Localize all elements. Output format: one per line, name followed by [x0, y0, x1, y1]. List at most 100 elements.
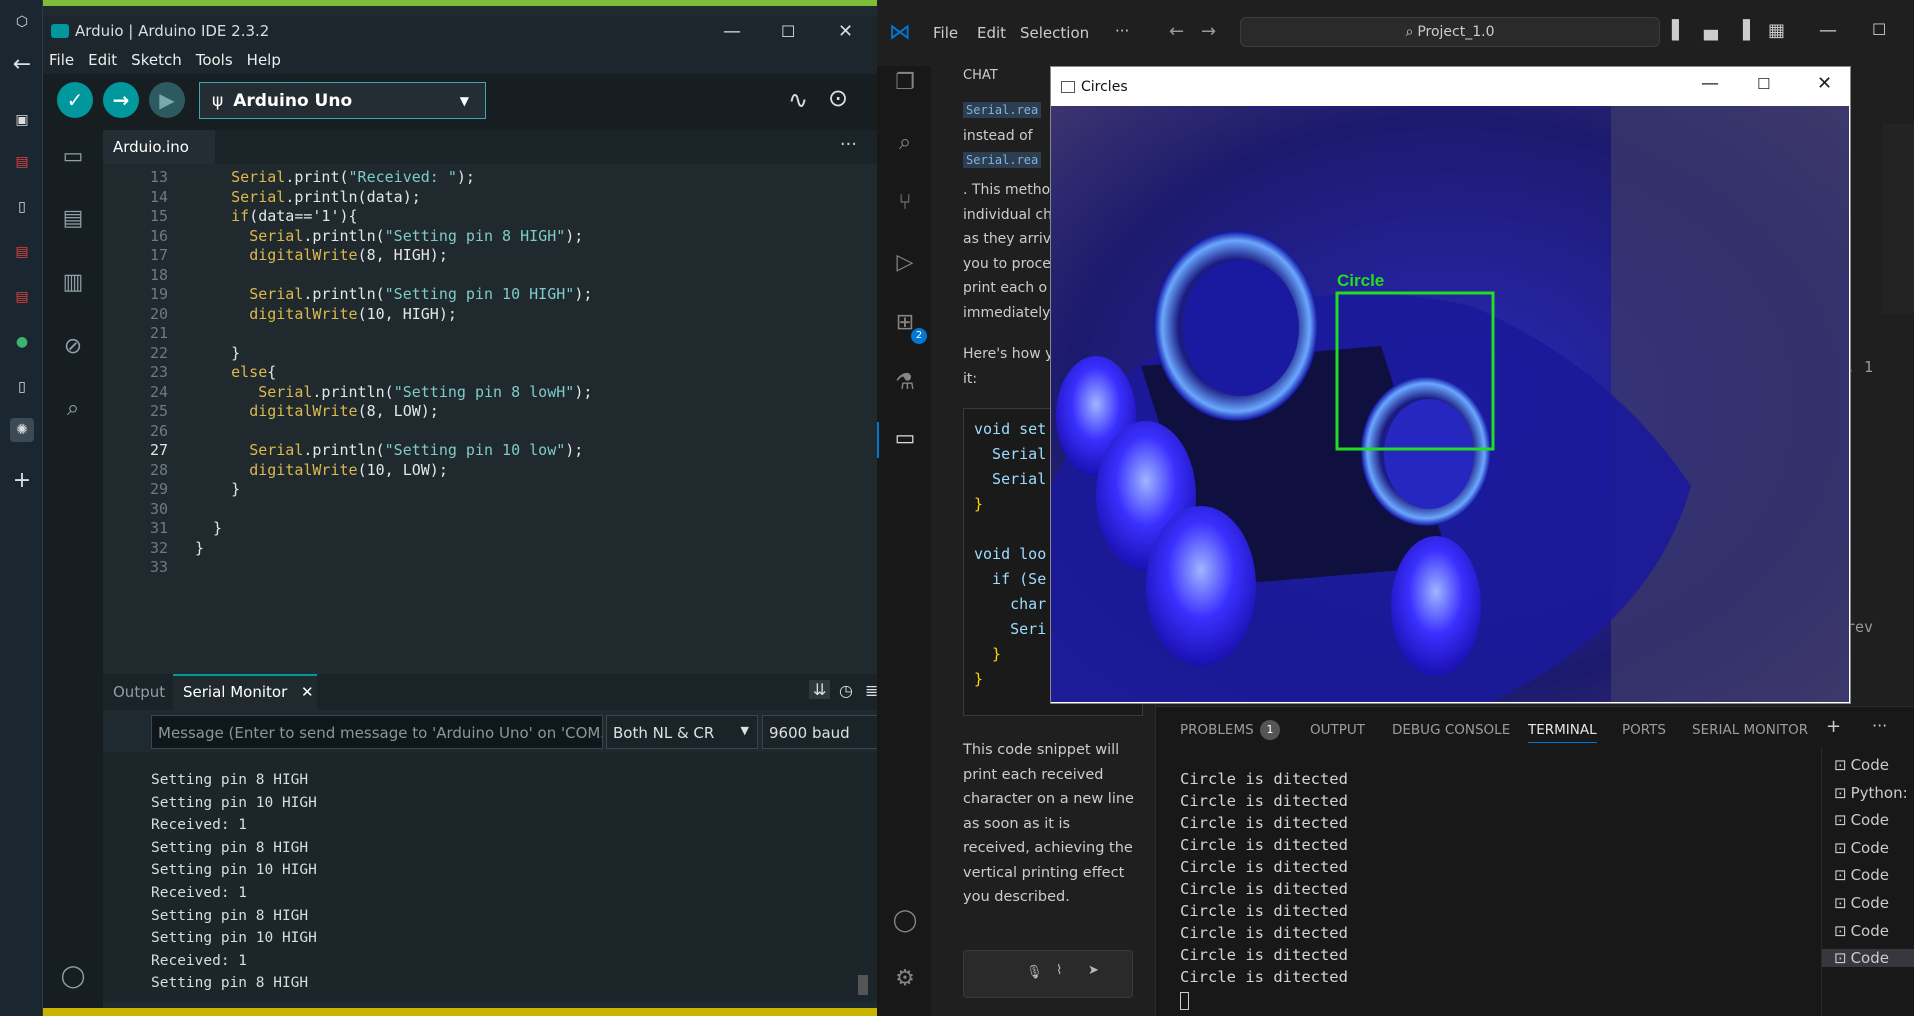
code-line[interactable]: } [195, 539, 204, 557]
close-tab-icon[interactable]: ✕ [301, 683, 314, 701]
autoscroll-icon[interactable]: ⇊ [809, 680, 831, 699]
tab-output[interactable]: OUTPUT [1310, 722, 1365, 738]
tab-debug-console[interactable]: DEBUG CONSOLE [1392, 722, 1510, 738]
code-line[interactable]: } [195, 519, 222, 537]
terminal-list-item[interactable]: ⊡ Python: [1834, 784, 1908, 802]
settings-gear-icon[interactable]: ⚙ [891, 966, 919, 994]
toggle-sidebar-icon[interactable]: ▌ [1672, 20, 1686, 41]
code-line[interactable]: digitalWrite(8, LOW); [195, 402, 439, 420]
terminal-list-item[interactable]: ⊡ Code [1834, 839, 1889, 857]
minimize-icon[interactable]: — [1819, 20, 1837, 41]
menu-help[interactable]: Help [247, 51, 281, 69]
back-icon[interactable]: ← [1169, 21, 1184, 42]
menu-selection[interactable]: Selection [1020, 24, 1089, 42]
serial-message-input[interactable]: Message (Enter to send message to 'Ardui… [151, 715, 603, 749]
library-icon[interactable]: ▥ [58, 270, 88, 300]
search-icon[interactable]: ⌕ [58, 396, 88, 426]
menu-file[interactable]: File [933, 24, 958, 42]
terminal-output[interactable]: Circle is ditected Circle is ditected Circ… [1180, 770, 1810, 1010]
menu-edit[interactable]: Edit [88, 51, 117, 69]
close-icon[interactable]: ✕ [838, 21, 853, 42]
window-icon[interactable]: ▣ [10, 108, 34, 132]
code-line[interactable]: Serial.println("Setting pin 10 HIGH"); [195, 285, 592, 303]
account-icon[interactable]: ◯ [891, 908, 919, 936]
account-icon[interactable]: ◯ [58, 964, 88, 994]
code-line[interactable]: } [195, 480, 240, 498]
code-line[interactable]: digitalWrite(8, HIGH); [195, 246, 448, 264]
pdf-icon[interactable]: ▤ [10, 240, 34, 264]
more-icon[interactable]: ··· [840, 134, 857, 155]
terminal-list-item[interactable]: ⊡ Code [1834, 866, 1889, 884]
scrollbar[interactable] [858, 975, 868, 995]
minimap[interactable] [1882, 124, 1914, 314]
code-editor[interactable]: 13 Serial.print("Received: "); 14 Serial.… [103, 164, 877, 674]
code-line[interactable]: digitalWrite(10, LOW); [195, 461, 448, 479]
code-line[interactable]: } [195, 344, 240, 362]
document-icon[interactable]: ▯ [10, 375, 34, 399]
upload-button[interactable]: → [103, 82, 139, 118]
testing-icon[interactable]: ⚗ [891, 370, 919, 398]
chat-icon[interactable]: ▭ [891, 426, 919, 454]
code-line[interactable]: Serial.println("Setting pin 8 lowH"); [195, 383, 592, 401]
more-icon[interactable]: ··· [1872, 716, 1887, 735]
code-line[interactable]: Serial.print("Received: "); [195, 168, 475, 186]
debug-button[interactable]: ▶ [149, 82, 185, 118]
serial-monitor-icon[interactable]: ⊙ [828, 84, 848, 112]
document-icon[interactable]: ▯ [10, 195, 34, 219]
terminal-list-item[interactable]: ⊡ Code [1822, 949, 1914, 968]
code-line[interactable]: Serial.println("Setting pin 8 HIGH"); [195, 227, 583, 245]
line-ending-select[interactable]: Both NL & CR ▼ [606, 715, 758, 749]
toggle-secondary-icon[interactable]: ▐ [1736, 20, 1750, 41]
app-badge-icon[interactable]: ● [10, 330, 34, 354]
search-icon[interactable]: ⌕ [891, 130, 919, 158]
customize-layout-icon[interactable]: ▦ [1768, 20, 1785, 41]
menu-tools[interactable]: Tools [196, 51, 233, 69]
serial-plotter-icon[interactable]: ∿ [788, 86, 808, 114]
back-arrow-icon[interactable]: ← [10, 52, 34, 77]
copilot-icon[interactable]: ⬡ [10, 10, 34, 34]
source-control-icon[interactable]: ⑂ [891, 190, 919, 218]
maximize-icon[interactable]: ☐ [1872, 20, 1886, 39]
pdf-icon[interactable]: ▤ [10, 285, 34, 309]
tab-arduio-ino[interactable]: Arduio.ino [103, 130, 215, 164]
run-debug-icon[interactable]: ▷ [891, 250, 919, 278]
explorer-icon[interactable]: ❐ [891, 70, 919, 98]
maximize-icon[interactable]: ☐ [1757, 75, 1770, 93]
menu-sketch[interactable]: Sketch [131, 51, 182, 69]
terminal-list-item[interactable]: ⊡ Code [1834, 922, 1889, 940]
menu-more[interactable]: ··· [1115, 22, 1129, 40]
attach-icon[interactable]: ⌇ [1056, 963, 1062, 978]
tab-serial-monitor[interactable]: Serial Monitor [183, 683, 287, 701]
terminal-list-item[interactable]: ⊡ Code [1834, 756, 1889, 774]
new-terminal-icon[interactable]: + [1826, 716, 1841, 737]
send-icon[interactable]: ➤ [1088, 963, 1099, 978]
maximize-icon[interactable]: ☐ [781, 22, 795, 41]
chat-input[interactable]: 🎙 ⌇ ➤ [963, 950, 1133, 998]
board-selector[interactable]: ψ Arduino Uno ▼ [199, 82, 486, 119]
board-manager-icon[interactable]: ▤ [58, 206, 88, 236]
verify-button[interactable]: ✓ [57, 82, 93, 118]
forward-icon[interactable]: → [1201, 21, 1216, 42]
mic-icon[interactable]: 🎙 [1026, 965, 1043, 980]
add-icon[interactable]: + [10, 468, 34, 493]
minimize-icon[interactable]: — [723, 21, 741, 42]
code-line[interactable]: else{ [195, 363, 276, 381]
folder-icon[interactable]: ▭ [58, 144, 88, 174]
toggle-panel-icon[interactable]: ▄ [1704, 20, 1718, 41]
code-line[interactable]: Serial.println("Setting pin 10 low"); [195, 441, 583, 459]
tab-serial-monitor[interactable]: SERIAL MONITOR [1692, 722, 1808, 738]
close-icon[interactable]: ✕ [1817, 73, 1832, 94]
code-line[interactable]: if(data=='1'){ [195, 207, 357, 225]
pdf-icon[interactable]: ▤ [10, 150, 34, 174]
tab-ports[interactable]: PORTS [1622, 722, 1666, 738]
terminal-list-item[interactable]: ⊡ Code [1834, 811, 1889, 829]
timestamp-icon[interactable]: ◷ [839, 681, 853, 700]
menu-file[interactable]: File [49, 51, 74, 69]
chatgpt-icon[interactable]: ✺ [10, 418, 34, 442]
tab-terminal[interactable]: TERMINAL [1528, 722, 1597, 743]
tab-output[interactable]: Output [113, 683, 165, 701]
terminal-list-item[interactable]: ⊡ Code [1834, 894, 1889, 912]
debug-icon[interactable]: ⊘ [58, 334, 88, 364]
tab-problems[interactable]: PROBLEMS [1180, 722, 1254, 738]
code-line[interactable]: Serial.println(data); [195, 188, 421, 206]
